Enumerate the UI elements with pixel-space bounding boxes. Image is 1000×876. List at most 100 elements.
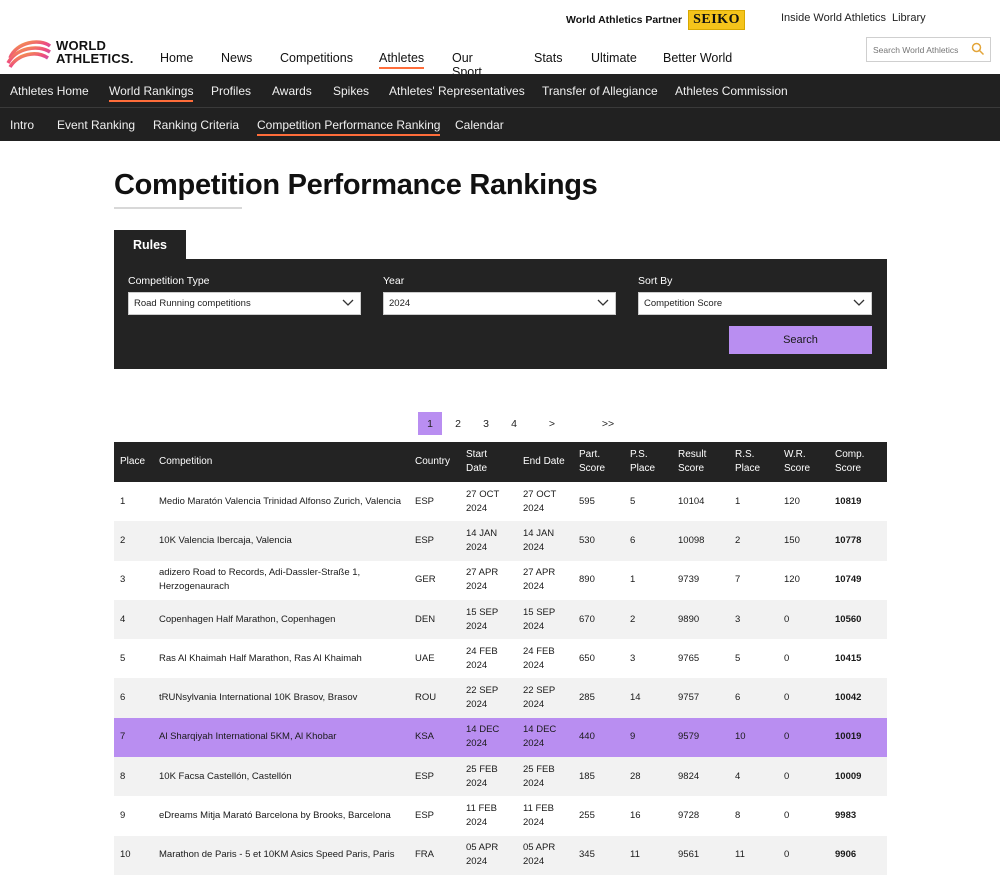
subnav-ranking-criteria[interactable]: Ranking Criteria [153,118,239,132]
subnav-athletes-representatives[interactable]: Athletes' Representatives [389,84,525,98]
table-row[interactable]: 1 Medio Maratón Valencia Trinidad Alfons… [114,482,887,521]
cell-competition[interactable]: Al Sharqiyah International 5KM, Al Khoba… [153,718,409,757]
table-row[interactable]: 6 tRUNsylvania International 10K Brasov,… [114,678,887,718]
cell-comp-score: 10778 [835,534,862,546]
page-3-link[interactable]: 3 [474,412,498,435]
cell-competition[interactable]: eDreams Mitja Marató Barcelona by Brooks… [153,796,409,835]
cell-competition[interactable]: Ras Al Khaimah Half Marathon, Ras Al Kha… [153,639,409,678]
subnav-competition-performance-ranking[interactable]: Competition Performance Ranking [257,118,441,136]
col-header-competition: Competition [159,456,213,467]
cell-competition[interactable]: Copenhagen Half Marathon, Copenhagen [153,600,409,639]
cell-end-date: 24 FEB 2024 [523,645,555,671]
table-row[interactable]: 10 Marathon de Paris - 5 et 10KM Asics S… [114,835,887,875]
subnav-athletes-home[interactable]: Athletes Home [10,84,89,98]
cell-part-score: 255 [579,810,595,822]
competition-type-select[interactable]: Road Running competitions [128,292,361,315]
cell-ps-place: 14 [630,692,641,704]
cell-part-score: 650 [579,652,595,664]
cell-competition[interactable]: adizero Road to Records, Adi-Dassler-Str… [153,561,409,600]
cell-comp-score: 10560 [835,613,862,625]
table-row-highlighted[interactable]: 7 Al Sharqiyah International 5KM, Al Kho… [114,717,887,758]
cell-place: 6 [120,692,126,704]
search-button[interactable]: Search [729,326,872,354]
rules-tab[interactable]: Rules [114,230,186,260]
cell-place: 8 [120,770,126,782]
cell-comp-score: 10415 [835,652,862,664]
cell-rs-place: 11 [735,849,745,861]
subnav-profiles[interactable]: Profiles [211,84,251,98]
inside-world-athletics-link[interactable]: Inside World Athletics [781,12,886,24]
table-header-row: Place Competition Country Start Date End… [114,442,887,482]
cell-end-date: 15 SEP 2024 [523,606,556,632]
page-4-link[interactable]: 4 [502,412,526,435]
col-header-comp-score: Comp. Score [835,449,865,474]
nav-ultimate[interactable]: Ultimate [591,51,637,65]
sort-by-select[interactable]: Competition Score [638,292,872,315]
page-2-link[interactable]: 2 [446,412,470,435]
nav-competitions[interactable]: Competitions [280,51,353,65]
cell-wr-score: 0 [784,731,790,743]
subnav-calendar[interactable]: Calendar [455,118,504,132]
col-header-end-date: End Date [523,456,565,467]
cell-end-date: 14 DEC 2024 [523,724,557,750]
table-row[interactable]: 9 eDreams Mitja Marató Barcelona by Broo… [114,796,887,835]
world-athletics-logo[interactable]: WORLD ATHLETICS. [6,36,134,68]
partner-block[interactable]: World Athletics Partner SEIKO [566,10,745,30]
cell-ps-place: 3 [630,652,636,664]
library-link[interactable]: Library [892,12,926,24]
cell-competition[interactable]: 10K Valencia Ibercaja, Valencia [153,521,409,560]
cell-ps-place: 6 [630,534,636,546]
cell-ps-place: 5 [630,495,636,507]
nav-home[interactable]: Home [160,51,193,65]
cell-competition[interactable]: 10K Facsa Castellón, Castellón [153,757,409,796]
subnav-intro[interactable]: Intro [10,118,34,132]
subnav-spikes[interactable]: Spikes [333,84,369,98]
subnav-event-ranking[interactable]: Event Ranking [57,118,135,132]
subnav-awards[interactable]: Awards [272,84,312,98]
cell-ps-place: 16 [630,810,641,822]
cell-result-score: 9765 [678,652,700,664]
cell-place: 1 [120,495,126,507]
table-row[interactable]: 5 Ras Al Khaimah Half Marathon, Ras Al K… [114,639,887,678]
cell-rs-place: 8 [735,810,741,822]
search-input[interactable] [873,44,969,55]
cell-country: FRA [415,849,434,861]
cell-result-score: 9757 [678,692,700,704]
search-icon[interactable] [971,42,985,56]
site-search[interactable] [866,37,991,62]
cell-competition[interactable]: Medio Maratón Valencia Trinidad Alfonso … [153,482,409,521]
cell-wr-score: 120 [784,574,800,586]
next-page-link[interactable]: > [540,412,564,435]
cell-comp-score: 10019 [835,731,862,743]
cell-country: ESP [415,495,435,507]
cell-start-date: 14 DEC 2024 [466,724,500,750]
partner-label: World Athletics Partner [566,14,683,26]
page-1-link[interactable]: 1 [418,412,442,435]
cell-competition[interactable]: tRUNsylvania International 10K Brasov, B… [153,678,409,717]
cell-comp-score: 9906 [835,849,857,861]
last-page-link[interactable]: >> [596,412,620,435]
cell-competition[interactable]: Marathon de Paris - 5 et 10KM Asics Spee… [153,836,409,875]
year-select[interactable]: 2024 [383,292,616,315]
nav-news[interactable]: News [221,51,252,65]
seiko-logo[interactable]: SEIKO [688,10,745,30]
table-row[interactable]: 8 10K Facsa Castellón, Castellón ESP 25 … [114,757,887,797]
nav-stats[interactable]: Stats [534,51,563,65]
subnav-transfer-of-allegiance[interactable]: Transfer of Allegiance [542,84,658,98]
nav-athletes[interactable]: Athletes [379,51,425,69]
table-row[interactable]: 2 10K Valencia Ibercaja, Valencia ESP 14… [114,521,887,561]
subnav-world-rankings[interactable]: World Rankings [109,84,194,102]
year-label: Year [383,275,405,287]
cell-place: 3 [120,574,126,586]
subnav-athletes-commission[interactable]: Athletes Commission [675,84,788,98]
col-header-wr-score: W.R. Score [784,449,811,474]
col-header-start-date: Start Date [466,449,488,474]
competition-type-value: Road Running competitions [134,298,251,309]
nav-better-world[interactable]: Better World [663,51,732,65]
cell-rs-place: 7 [735,574,741,586]
table-row[interactable]: 3 adizero Road to Records, Adi-Dassler-S… [114,561,887,600]
table-row[interactable]: 4 Copenhagen Half Marathon, Copenhagen D… [114,599,887,640]
col-header-place: Place [120,456,146,467]
cell-country: ESP [415,770,435,782]
cell-rs-place: 2 [735,534,741,546]
